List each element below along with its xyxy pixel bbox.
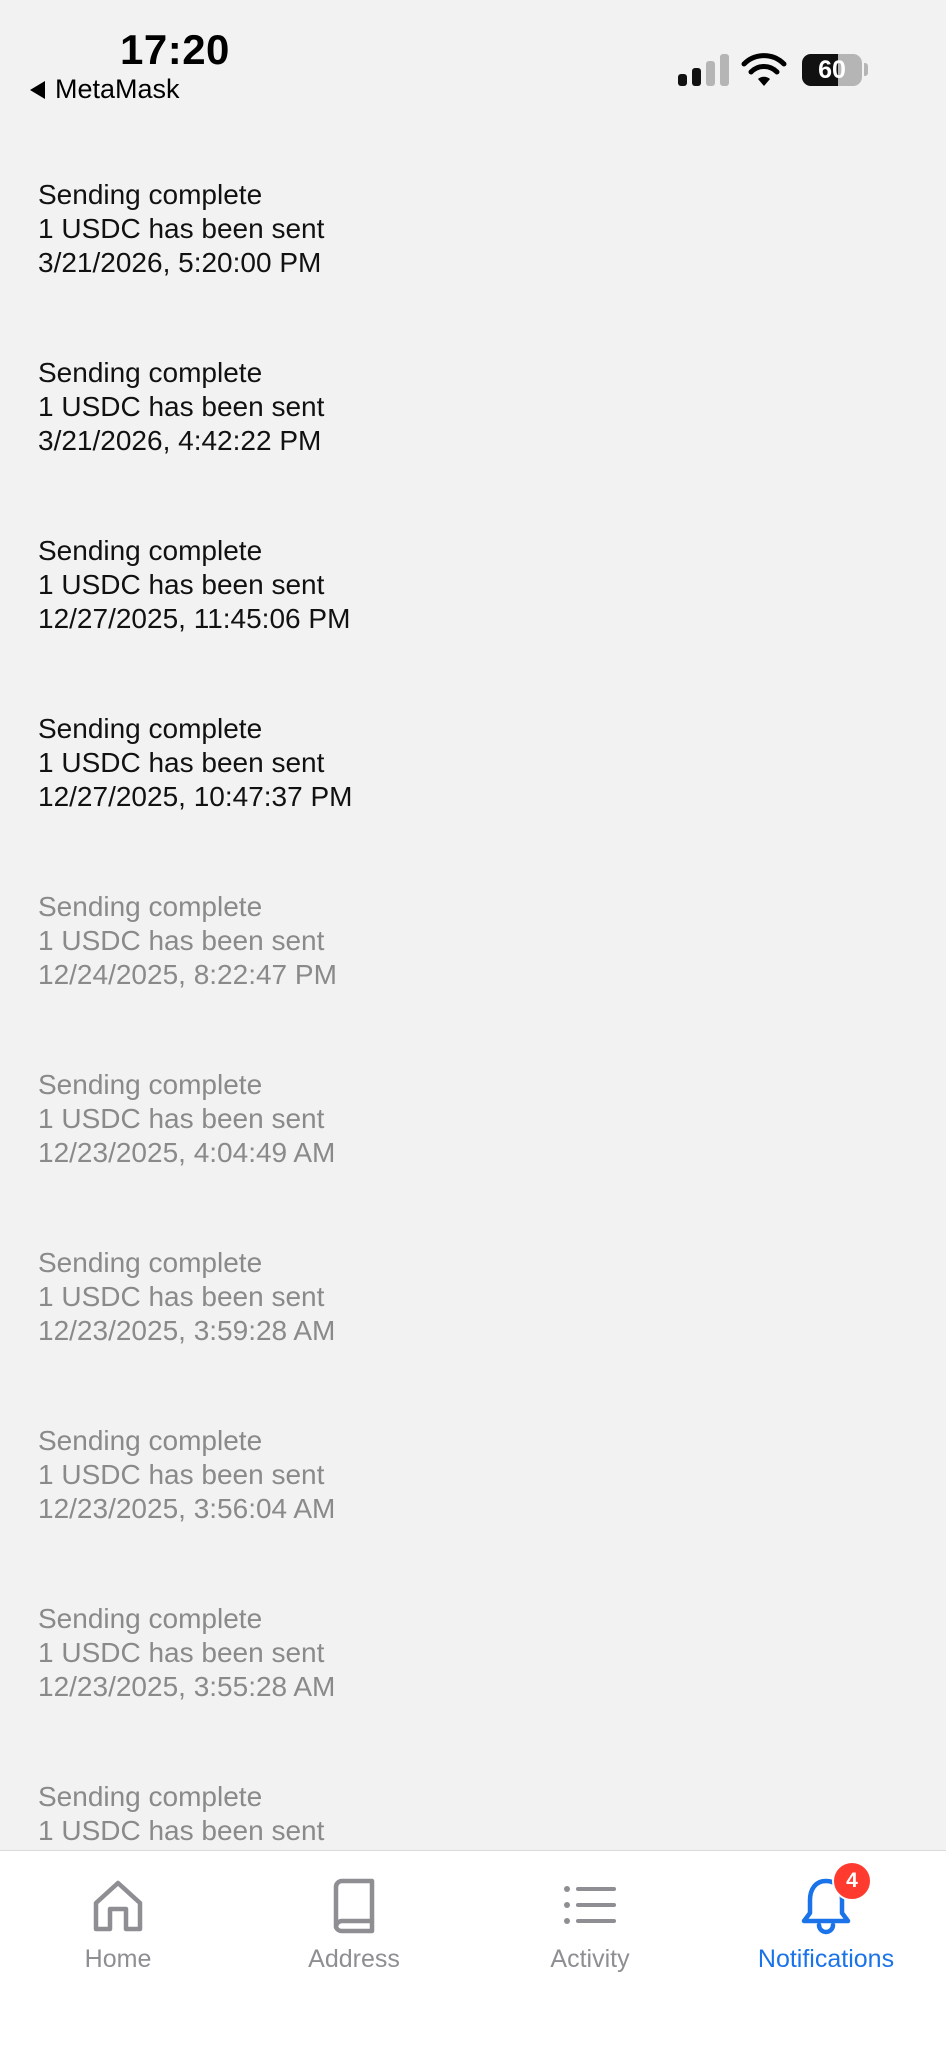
- notifications-screen: 17:20 MetaMask 60 Sending complete 1 USD…: [0, 0, 946, 2048]
- tab-label: Address: [308, 1945, 400, 1973]
- notification-title: Sending complete: [38, 713, 263, 744]
- battery-icon: 60: [802, 54, 862, 86]
- notification-count-badge: 4: [832, 1861, 872, 1901]
- tab-bar: Home Address Activity 4 Notifications: [0, 1850, 946, 2048]
- notification-timestamp: 12/23/2025, 3:59:28 AM: [38, 1315, 336, 1346]
- signal-bar: [692, 68, 701, 86]
- back-to-app-button[interactable]: MetaMask: [30, 74, 180, 105]
- notification-message: 1 USDC has been sent: [38, 747, 325, 778]
- battery-level: 60: [818, 55, 846, 84]
- notification-list[interactable]: Sending complete 1 USDC has been sent 3/…: [0, 178, 946, 1850]
- signal-bar: [720, 54, 729, 86]
- status-time: 17:20: [120, 26, 230, 73]
- notification-item[interactable]: Sending complete 1 USDC has been sent 12…: [38, 534, 350, 636]
- notification-timestamp: 12/23/2025, 3:56:04 AM: [38, 1493, 336, 1524]
- home-icon: [86, 1873, 150, 1937]
- notification-title: Sending complete: [38, 1781, 263, 1812]
- wifi-icon: [741, 53, 787, 86]
- notification-title: Sending complete: [38, 1425, 263, 1456]
- notification-item[interactable]: Sending complete 1 USDC has been sent 3/…: [38, 356, 324, 458]
- notification-title: Sending complete: [38, 1603, 263, 1634]
- notification-item[interactable]: Sending complete 1 USDC has been sent 12…: [38, 1424, 335, 1526]
- notification-timestamp: 12/23/2025, 3:55:28 AM: [38, 1671, 336, 1702]
- notification-timestamp: 12/23/2025, 4:04:49 AM: [38, 1137, 336, 1168]
- notification-message: 1 USDC has been sent: [38, 925, 325, 956]
- notification-title: Sending complete: [38, 357, 263, 388]
- notification-title: Sending complete: [38, 179, 263, 210]
- notification-title: Sending complete: [38, 535, 263, 566]
- notification-title: Sending complete: [38, 1247, 263, 1278]
- tab-label: Activity: [550, 1945, 630, 1973]
- signal-bar: [678, 74, 687, 86]
- notification-item[interactable]: Sending complete 1 USDC has been sent 12…: [38, 890, 337, 992]
- notification-item[interactable]: Sending complete 1 USDC has been sent 12…: [38, 1602, 335, 1704]
- notification-timestamp: 12/27/2025, 11:45:06 PM: [38, 603, 351, 634]
- status-bar: 17:20 MetaMask 60: [0, 0, 946, 110]
- tab-label: Home: [84, 1945, 152, 1973]
- battery-tip: [864, 63, 868, 76]
- notification-message: 1 USDC has been sent: [38, 213, 325, 244]
- tab-activity[interactable]: Activity: [472, 1865, 708, 1985]
- notification-item[interactable]: Sending complete 1 USDC has been sent 3/…: [38, 178, 324, 280]
- book-icon: [322, 1873, 386, 1937]
- cellular-signal-icon: [678, 54, 729, 86]
- tab-home[interactable]: Home: [0, 1865, 236, 1985]
- back-arrow-icon: [30, 80, 45, 99]
- notification-item[interactable]: Sending complete 1 USDC has been sent: [38, 1780, 324, 1848]
- tab-address[interactable]: Address: [236, 1865, 472, 1985]
- notification-item[interactable]: Sending complete 1 USDC has been sent 12…: [38, 1068, 335, 1170]
- notification-message: 1 USDC has been sent: [38, 391, 325, 422]
- notification-timestamp: 3/21/2026, 5:20:00 PM: [38, 247, 322, 278]
- notification-timestamp: 3/21/2026, 4:42:22 PM: [38, 425, 322, 456]
- notification-message: 1 USDC has been sent: [38, 1459, 325, 1490]
- notification-message: 1 USDC has been sent: [38, 1815, 325, 1846]
- notification-message: 1 USDC has been sent: [38, 1103, 325, 1134]
- tab-notifications[interactable]: 4 Notifications: [708, 1861, 944, 1985]
- notification-item[interactable]: Sending complete 1 USDC has been sent 12…: [38, 712, 352, 814]
- notification-timestamp: 12/27/2025, 10:47:37 PM: [38, 781, 353, 812]
- notification-title: Sending complete: [38, 1069, 263, 1100]
- bell-icon: 4: [794, 1861, 872, 1937]
- notification-timestamp: 12/24/2025, 8:22:47 PM: [38, 959, 337, 990]
- tab-label: Notifications: [757, 1945, 895, 1973]
- notification-item[interactable]: Sending complete 1 USDC has been sent 12…: [38, 1246, 335, 1348]
- list-icon: [558, 1873, 622, 1937]
- notification-message: 1 USDC has been sent: [38, 1637, 325, 1668]
- notification-message: 1 USDC has been sent: [38, 1281, 325, 1312]
- notification-message: 1 USDC has been sent: [38, 569, 325, 600]
- back-app-label: MetaMask: [55, 74, 180, 104]
- notification-title: Sending complete: [38, 891, 263, 922]
- signal-bar: [706, 61, 715, 86]
